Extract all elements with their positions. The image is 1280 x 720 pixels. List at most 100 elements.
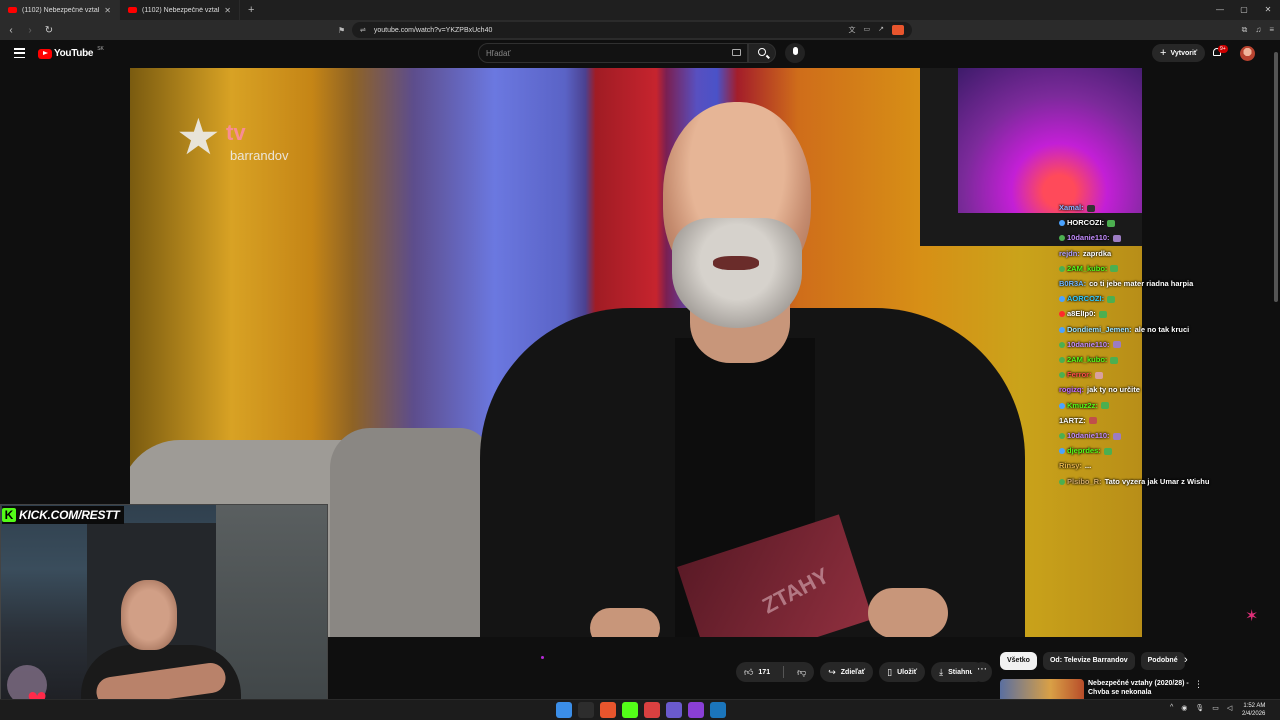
site-info-icon[interactable]: ⇌ — [360, 26, 366, 34]
browser-right-actions: ⧉ ♫ ≡ — [1242, 20, 1274, 40]
taskbar-app-icon[interactable] — [600, 702, 616, 718]
recommended-title[interactable]: Nebezpečné vztahy (2020/28) - Chyba se n… — [1088, 679, 1198, 694]
thumbs-up-icon: 👍︎ — [744, 666, 754, 677]
chat-username: djeprdes: — [1067, 446, 1101, 456]
clock-time: 1:52 AM — [1243, 703, 1266, 709]
share-button[interactable]: ↪ Zdieľať — [820, 662, 874, 682]
youtube-favicon-icon — [128, 7, 137, 13]
chat-username: Plsibo_R: — [1067, 476, 1102, 486]
recommendation-filter-chips: Všetko Od: Televize Barrandov Podobné — [1000, 652, 1185, 670]
volume-icon[interactable]: ◁ — [1227, 704, 1232, 712]
region-code: SK — [97, 45, 104, 52]
chat-username: 2AM_kubo: — [1067, 263, 1108, 273]
chat-message: rejdn: zaprdka — [1059, 246, 1259, 261]
video-thumbnail[interactable] — [1000, 679, 1084, 699]
kick-logo-icon: K — [2, 508, 16, 522]
chip-from-channel[interactable]: Od: Televize Barrandov — [1042, 652, 1135, 670]
close-tab-icon[interactable]: ✕ — [224, 6, 231, 15]
cast-icon[interactable]: ▭ — [864, 25, 871, 35]
media-icon[interactable]: ♫ — [1255, 20, 1261, 40]
close-window-icon[interactable]: ✕ — [1256, 0, 1280, 20]
taskbar-app-icon[interactable] — [578, 702, 594, 718]
chat-text: Tato vyzera jak Umar z Wishu — [1104, 476, 1210, 486]
address-bar[interactable]: ⚑ ⇌ youtube.com/watch?v=YKZPBxUch40 文 ▭ … — [338, 22, 912, 38]
reload-icon[interactable]: ↻ — [41, 25, 57, 36]
chat-message: 10danie110: — [1059, 230, 1259, 245]
search-button[interactable] — [748, 43, 776, 63]
chat-emote-icon — [1110, 356, 1119, 364]
taskbar-app-icon[interactable] — [710, 702, 726, 718]
chat-emote-icon — [1098, 310, 1107, 318]
new-tab-icon[interactable]: + — [240, 4, 262, 16]
chat-username: 1ARTZ: — [1059, 415, 1086, 425]
translate-icon[interactable]: 文 — [849, 25, 856, 35]
chip-all[interactable]: Všetko — [1000, 652, 1037, 670]
tray-app-icon[interactable]: ◉ — [1181, 704, 1187, 712]
chat-username: 2AM_kubo: — [1067, 355, 1108, 365]
chevron-right-icon[interactable]: › — [1184, 654, 1188, 666]
chat-emote-icon — [1086, 204, 1095, 212]
forward-icon[interactable]: › — [22, 25, 38, 36]
divider — [783, 666, 785, 678]
recommended-title-line: Chyba se nekonala — [1088, 689, 1152, 694]
chat-message: Ferror: — [1059, 367, 1259, 382]
presenter-beard — [672, 218, 802, 328]
share-page-icon[interactable]: ↗ — [878, 25, 884, 35]
taskbar-app-icon[interactable] — [622, 702, 638, 718]
like-button[interactable]: 👍︎ 171 — [736, 662, 778, 682]
tray-chevron-icon[interactable]: ^ — [1170, 704, 1173, 712]
chip-related[interactable]: Podobné — [1140, 652, 1185, 670]
browser-tab[interactable]: (1102) Nebezpečné vztahy (2020/28) ✕ — [120, 0, 240, 20]
keyboard-icon[interactable] — [732, 49, 741, 56]
save-label: Uložiť — [897, 668, 918, 676]
voice-search-button[interactable] — [785, 43, 805, 63]
kebab-menu-icon[interactable]: ⋮ — [1194, 679, 1203, 690]
mic-icon[interactable]: 🎙︎ — [1195, 704, 1204, 712]
chat-emote-icon — [1112, 341, 1121, 349]
recommended-video[interactable]: Nebezpečné vztahy (2020/28) - Chyba se n… — [1000, 679, 1270, 699]
taskbar-app-icon[interactable] — [688, 702, 704, 718]
bookmark-icon[interactable]: ⚑ — [338, 26, 345, 35]
browser-tab-active[interactable]: (1102) Nebezpečné vztahy (2 ✕ — [0, 0, 120, 20]
minimize-icon[interactable]: — — [1208, 0, 1232, 20]
avatar[interactable] — [1240, 46, 1255, 61]
maximize-icon[interactable]: ▢ — [1232, 0, 1256, 20]
dislike-button[interactable]: 👎︎ — [789, 662, 814, 682]
taskbar-app-icon[interactable] — [666, 702, 682, 718]
presenter-mouth — [713, 256, 759, 270]
thumbs-down-icon: 👎︎ — [797, 666, 807, 677]
tab-title: (1102) Nebezpečné vztahy (2 — [22, 6, 99, 14]
scrollbar-thumb[interactable] — [1274, 52, 1278, 302]
chat-emote-icon — [1088, 417, 1097, 425]
taskbar-clock[interactable]: 1:52 AM 2/4/2026 — [1242, 702, 1265, 718]
share-icon: ↪ — [828, 666, 836, 677]
close-tab-icon[interactable]: ✕ — [104, 6, 111, 15]
browser-menu-icon[interactable]: ≡ — [1269, 20, 1274, 40]
chat-badge-icon — [1059, 433, 1065, 440]
chat-badge-icon — [1059, 220, 1065, 227]
chat-username: HORCOZI: — [1067, 218, 1105, 228]
create-button[interactable]: + Vytvoriť — [1152, 44, 1206, 62]
chat-badge-icon — [1059, 341, 1065, 348]
more-actions-button[interactable]: ⋯ — [972, 662, 992, 682]
chat-badge-icon — [1059, 235, 1065, 242]
extensions-icon[interactable]: ⧉ — [1242, 20, 1248, 40]
search-input[interactable]: Hľadať — [478, 43, 748, 63]
taskbar-app-icon[interactable] — [556, 702, 572, 718]
save-button[interactable]: ▯ Uložiť — [879, 662, 926, 682]
hamburger-menu-icon[interactable] — [14, 48, 25, 58]
network-icon[interactable]: ▭ — [1212, 704, 1219, 712]
chat-message: rogizq: jak ty no určite — [1059, 382, 1259, 397]
taskbar-app-icon[interactable] — [644, 702, 660, 718]
youtube-logo[interactable]: YouTube SK — [38, 45, 104, 59]
page-scrollbar[interactable] — [1272, 40, 1280, 700]
chat-message: B0R3A: co ti jebe mater riadna harpia — [1059, 276, 1259, 291]
brave-shield-icon[interactable] — [892, 25, 904, 35]
back-icon[interactable]: ‹ — [3, 25, 19, 36]
create-label: Vytvoriť — [1170, 49, 1198, 57]
tv-corner-logo-icon: ✶ — [1245, 608, 1259, 625]
chat-emote-icon — [1107, 219, 1116, 227]
system-tray: ^ ◉ 🎙︎ ▭ ◁ — [1170, 704, 1232, 712]
video-actions: 👍︎ 171 👎︎ ↪ Zdieľať ▯ Uložiť ⤓ Stiahnuť — [736, 662, 986, 682]
stream-chat-overlay: Xamal: HORCOZI: 10danie110: rejdn: zaprdka 2A… — [1059, 200, 1259, 489]
